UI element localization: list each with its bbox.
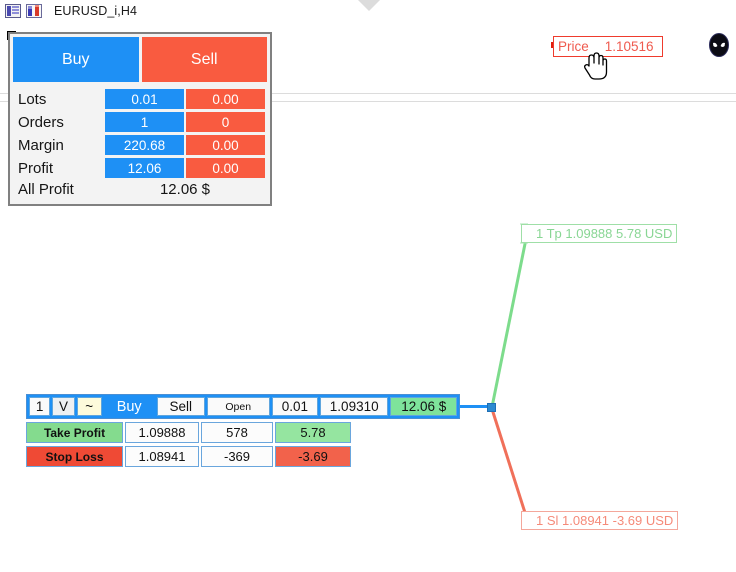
stop-loss-points[interactable]: -369 (201, 446, 273, 467)
stat-label-lots: Lots (18, 90, 47, 108)
chart-symbol-title: EURUSD_i,H4 (54, 4, 138, 18)
order-lots-cell[interactable]: 0.01 (271, 397, 318, 416)
stat-buy-lots: 0.01 (105, 89, 184, 109)
stat-label-margin: Margin (18, 136, 64, 154)
stop-loss-chart-label[interactable]: 1 Sl 1.08941 -3.69 USD (521, 511, 679, 530)
order-summary-row: 1 V ~ Buy Sell Open 0.01 1.09310 12.06 $ (26, 394, 460, 419)
take-profit-price[interactable]: 1.09888 (125, 422, 199, 443)
table-row: Lots 0.01 0.00 (15, 89, 265, 109)
order-open-price-cell[interactable]: 1.09310 (319, 397, 389, 416)
stat-sell-orders: 0 (186, 112, 265, 132)
order-trail-toggle[interactable]: ~ (76, 397, 102, 416)
alien-head-icon[interactable] (708, 33, 730, 59)
stat-buy-profit: 12.06 (105, 158, 184, 178)
table-row: Profit 12.06 0.00 (15, 158, 265, 178)
panel-stats-table: Lots 0.01 0.00 Orders 1 0 Margin 220.68 … (13, 86, 267, 201)
order-index-cell[interactable]: 1 (29, 397, 51, 416)
stop-loss-row: Stop Loss 1.08941 -369 -3.69 (26, 446, 460, 467)
stop-loss-money[interactable]: -3.69 (275, 446, 351, 467)
price-label-text: Price (558, 39, 589, 54)
order-buy-button[interactable]: Buy (103, 397, 155, 416)
order-sell-button[interactable]: Sell (156, 397, 205, 416)
stat-label-profit: Profit (18, 159, 54, 177)
order-manager-widget: 1 V ~ Buy Sell Open 0.01 1.09310 12.06 $… (26, 394, 460, 467)
price-marker-label[interactable]: Price 1.10516 (553, 36, 663, 57)
take-profit-points[interactable]: 578 (201, 422, 273, 443)
sell-button[interactable]: Sell (141, 37, 267, 82)
take-profit-row: Take Profit 1.09888 578 5.78 (26, 422, 460, 443)
stat-sell-margin: 0.00 (186, 135, 265, 155)
order-profit-cell[interactable]: 12.06 $ (390, 397, 458, 416)
take-profit-money[interactable]: 5.78 (275, 422, 351, 443)
buy-button[interactable]: Buy (13, 37, 139, 82)
order-junction-handle[interactable] (487, 403, 496, 412)
order-type-cell[interactable]: Open (206, 397, 270, 416)
stat-label-orders: Orders (18, 113, 64, 131)
all-profit-value: 12.06 $ (159, 181, 211, 198)
table-row: Margin 220.68 0.00 (15, 135, 265, 155)
chevron-down-icon (358, 0, 380, 11)
stat-buy-orders: 1 (105, 112, 184, 132)
panel-list-icon[interactable] (5, 4, 21, 18)
all-profit-label: All Profit (18, 181, 74, 198)
price-label-value: 1.10516 (604, 39, 654, 54)
order-volume-toggle[interactable]: V (52, 397, 75, 416)
panel-button-row: Buy Sell (13, 37, 267, 82)
chart-bars-icon[interactable] (26, 4, 42, 18)
stat-buy-margin: 220.68 (105, 135, 184, 155)
take-profit-label[interactable]: Take Profit (26, 422, 123, 443)
stat-sell-profit: 0.00 (186, 158, 265, 178)
order-connector-line (460, 405, 488, 408)
table-row: Orders 1 0 (15, 112, 265, 132)
trade-info-panel: Buy Sell Lots 0.01 0.00 Orders 1 0 Margi… (8, 32, 272, 206)
stat-sell-lots: 0.00 (186, 89, 265, 109)
stop-loss-label[interactable]: Stop Loss (26, 446, 123, 467)
table-row: All Profit 12.06 $ (15, 181, 265, 198)
stop-loss-price[interactable]: 1.08941 (125, 446, 199, 467)
take-profit-chart-label[interactable]: 1 Tp 1.09888 5.78 USD (521, 224, 678, 243)
